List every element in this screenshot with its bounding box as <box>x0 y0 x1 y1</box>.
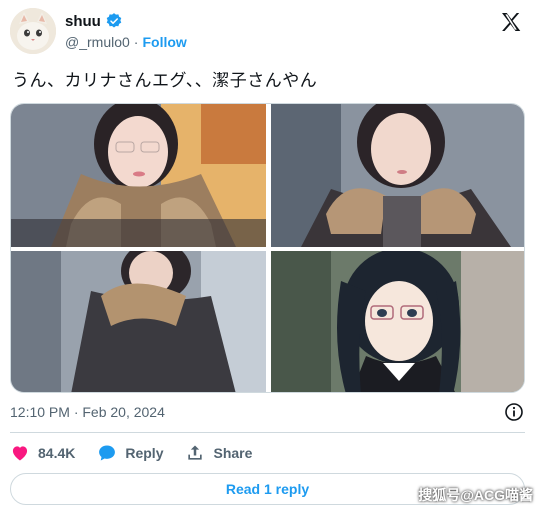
share-label: Share <box>213 445 253 461</box>
reply-label: Reply <box>125 445 164 461</box>
media-anime-image[interactable] <box>271 251 524 392</box>
display-name[interactable]: shuu <box>65 13 101 30</box>
name-row: shuu <box>65 12 123 30</box>
tweet-text: うん、カリナさんエグ、、潔子さんやん <box>12 71 318 90</box>
handle-row: @_rmulo0 · Follow <box>65 34 187 50</box>
media-photo-3[interactable] <box>11 251 266 392</box>
reply-button[interactable]: Reply <box>97 443 163 463</box>
media-grid <box>10 103 525 393</box>
read-replies-label: Read 1 reply <box>225 481 310 497</box>
watermark-text: 搜狐号@ACG喵酱 <box>418 487 533 503</box>
like-button[interactable]: 84.4K <box>10 443 75 463</box>
media-photo-1[interactable] <box>11 104 266 247</box>
like-count: 84.4K <box>38 445 76 461</box>
avatar-cat-image <box>10 8 56 54</box>
verified-icon <box>105 12 123 30</box>
heart-icon <box>10 443 30 463</box>
share-icon <box>185 443 205 463</box>
reply-bubble-icon <box>97 443 117 463</box>
share-button[interactable]: Share <box>185 443 252 463</box>
action-bar: 84.4K Reply Share <box>10 441 274 465</box>
divider <box>10 432 525 433</box>
follow-button[interactable]: Follow <box>142 34 186 50</box>
handle[interactable]: @_rmulo0 <box>65 34 130 50</box>
avatar[interactable] <box>10 8 56 54</box>
tweet-header: shuu @_rmulo0 · Follow <box>10 6 529 56</box>
x-logo-icon[interactable] <box>499 10 523 34</box>
media-photo-2[interactable] <box>271 104 524 247</box>
info-icon[interactable] <box>504 402 524 422</box>
tweet-timestamp[interactable]: 12:10 PM · Feb 20, 2024 <box>10 404 165 420</box>
separator-dot: · <box>133 34 139 50</box>
